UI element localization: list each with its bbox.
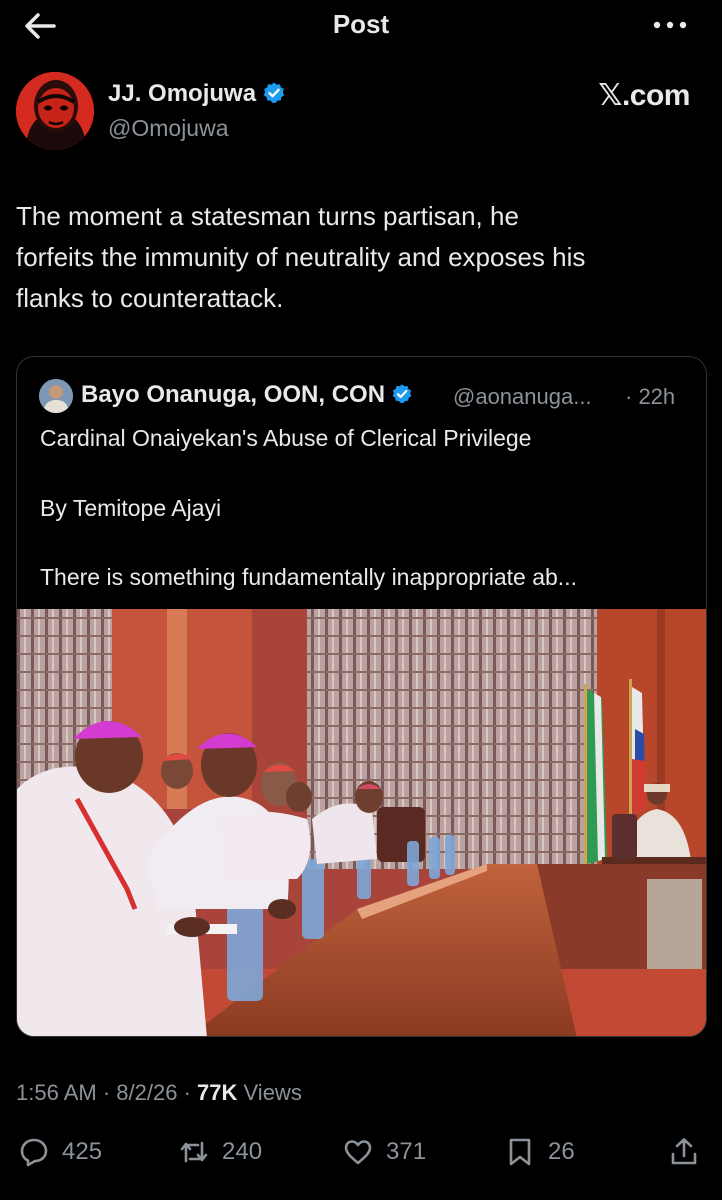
post-text: The moment a statesman turns partisan, h… [16,196,706,319]
verified-badge-icon [392,384,412,404]
avatar-image [16,72,94,150]
views-label: Views [243,1080,302,1105]
like-button[interactable]: 371 [342,1130,426,1174]
post-time: 1:56 AM [16,1080,97,1105]
repost-icon [180,1141,208,1163]
post-text-line: flanks to counterattack. [16,283,284,313]
quoted-handle: @aonanuga... [453,384,592,409]
reply-count: 425 [62,1138,103,1165]
post-page: Post JJ. Omojuwa @Omojuwa 𝕏.com The mome… [0,0,722,1200]
views-count: 77K [197,1080,238,1105]
like-count: 371 [386,1138,427,1165]
more-horizontal-icon [653,21,687,29]
page-title: Post [332,9,390,39]
quoted-photo[interactable] [17,609,707,1037]
quoted-excerpt: There is something fundamentally inappro… [40,564,577,590]
repost-button[interactable]: 240 [178,1130,262,1174]
post-text-line: forfeits the immunity of neutrality and … [16,242,586,272]
post-meta: 1:56 AM · 8/2/26 · 77K Views [16,1080,302,1106]
bookmark-count: 26 [548,1138,575,1165]
quoted-time: · 22h [625,384,676,409]
share-button[interactable] [668,1130,700,1174]
repost-count: 240 [222,1138,263,1165]
top-bar: Post [0,0,722,52]
author-name-row[interactable]: JJ. Omojuwa [108,80,286,108]
reply-button[interactable]: 425 [18,1130,102,1174]
quoted-name-row: Bayo Onanuga, OON, CON [81,381,413,409]
quoted-avatar [39,379,73,413]
author-avatar[interactable] [16,72,94,150]
quoted-post[interactable]: Bayo Onanuga, OON, CON @aonanuga... · 22… [16,356,707,1037]
post-date: 8/2/26 [116,1080,178,1105]
source-label: 𝕏.com [598,79,690,112]
action-bar: 425 240 371 26 [0,1130,722,1174]
quoted-author-name: Bayo Onanuga, OON, CON [81,381,386,408]
reply-icon [20,1138,48,1167]
heart-icon [344,1140,372,1165]
share-icon [671,1138,697,1165]
author-name[interactable]: JJ. Omojuwa [108,80,256,107]
bookmark-button[interactable]: 26 [504,1130,575,1174]
meta-separator: · [183,1080,191,1105]
quoted-title: Cardinal Onaiyekan's Abuse of Clerical P… [40,425,532,451]
author-handle[interactable]: @Omojuwa [108,115,229,142]
more-options-button[interactable] [652,16,688,34]
quoted-byline: By Temitope Ajayi [40,495,222,521]
meta-separator: · [102,1080,111,1105]
bookmark-icon [509,1138,531,1166]
verified-badge-icon [263,82,285,104]
post-text-line: The moment a statesman turns partisan, h… [16,201,519,231]
quoted-avatar-image [39,379,73,413]
